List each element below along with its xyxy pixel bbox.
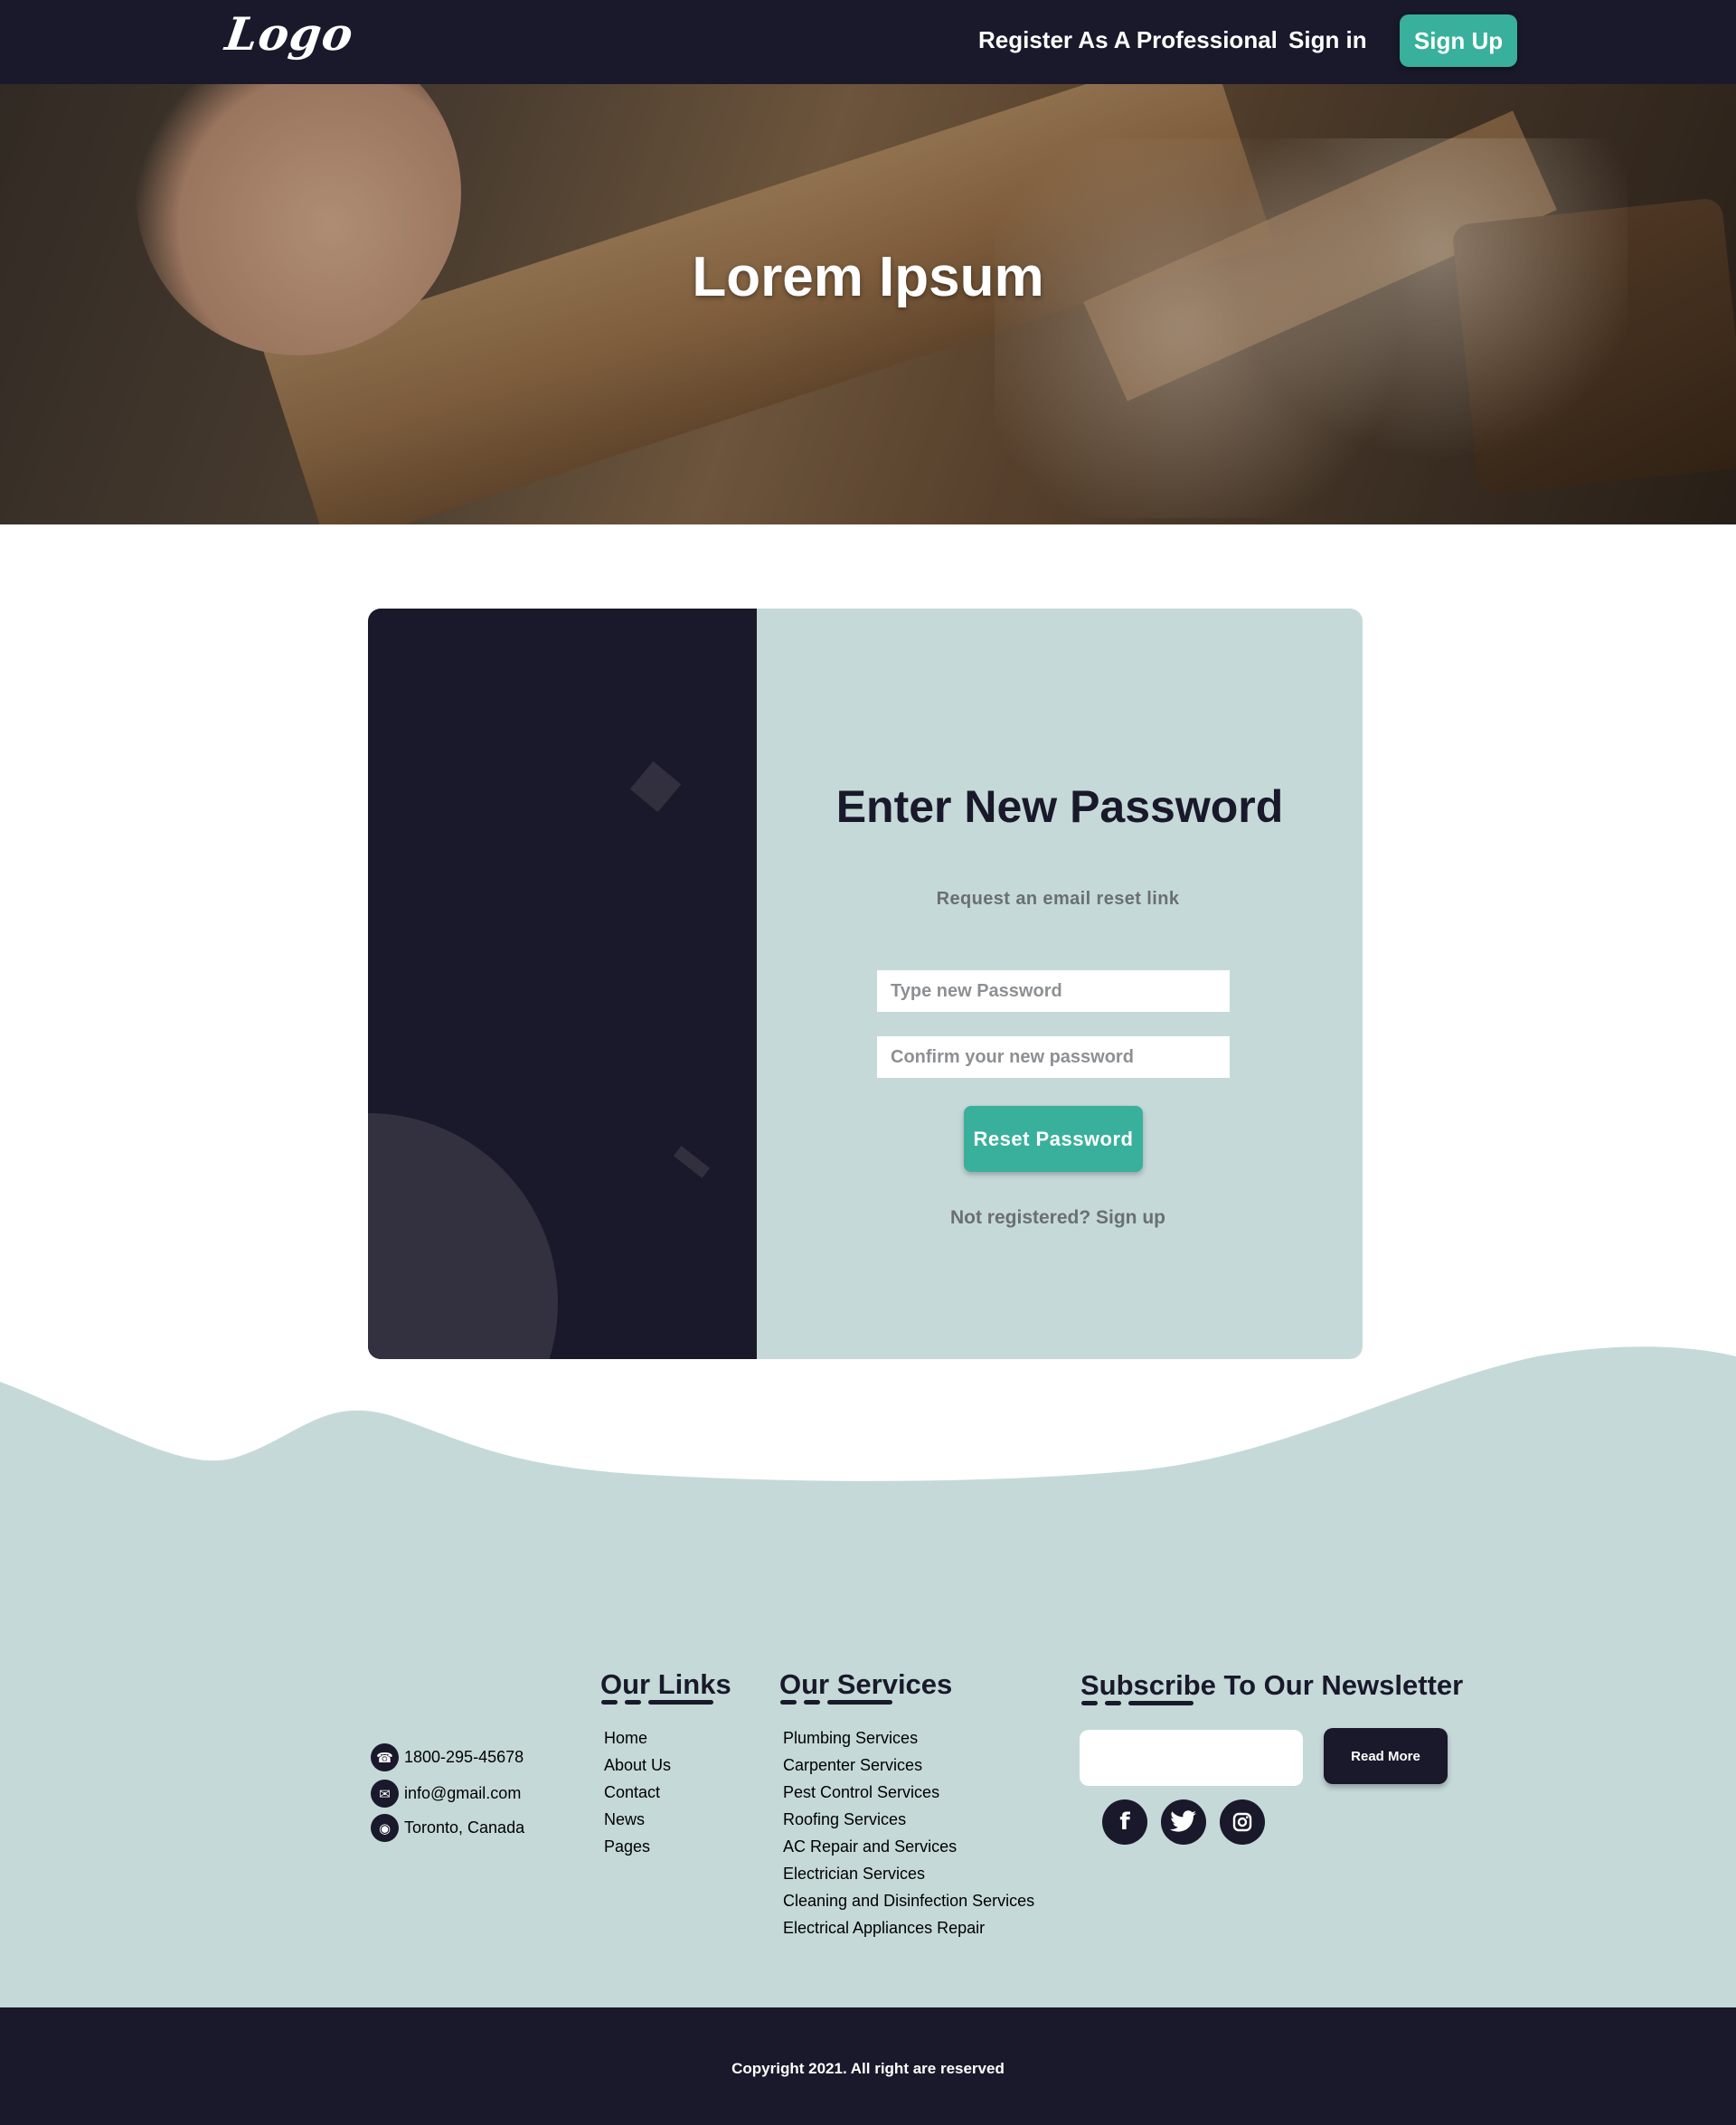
footer-service-item[interactable]: Roofing Services: [783, 1810, 1034, 1837]
footer-link-contact[interactable]: Contact: [604, 1783, 671, 1810]
footer-service-item[interactable]: Plumbing Services: [783, 1729, 1034, 1756]
footer-service-item[interactable]: Cleaning and Disinfection Services: [783, 1892, 1034, 1919]
footer-links-heading: Our Links: [600, 1668, 731, 1700]
contact-phone: ☎ 1800-295-45678: [371, 1743, 524, 1771]
footer-links-list: Home About Us Contact News Pages: [604, 1729, 671, 1865]
nav-signup-button[interactable]: Sign Up: [1400, 14, 1517, 67]
signup-prompt-link[interactable]: Not registered? Sign up: [757, 1207, 1359, 1229]
top-navbar: Logo Register As A Professional Sign in …: [0, 0, 1736, 84]
footer-link-home[interactable]: Home: [604, 1729, 671, 1756]
footer-service-item[interactable]: Carpenter Services: [783, 1756, 1034, 1783]
read-more-button[interactable]: Read More: [1324, 1728, 1448, 1784]
logo[interactable]: Logo: [222, 7, 357, 61]
contact-phone-text: 1800-295-45678: [404, 1748, 524, 1766]
card-decorative-panel: [368, 609, 757, 1359]
decorative-diamond-shape: [629, 760, 682, 813]
confirm-password-input[interactable]: [877, 1036, 1230, 1078]
footer-service-item[interactable]: Pest Control Services: [783, 1783, 1034, 1810]
decorative-circle-shape: [368, 1113, 558, 1359]
heading-underline: [1081, 1701, 1194, 1705]
heading-underline: [780, 1700, 892, 1705]
newsletter-email-input[interactable]: [1080, 1730, 1303, 1786]
footer-newsletter-heading: Subscribe To Our Newsletter: [1080, 1669, 1464, 1701]
footer-services-list: Plumbing Services Carpenter Services Pes…: [783, 1729, 1034, 1946]
contact-location-text: Toronto, Canada: [404, 1818, 525, 1837]
new-password-input[interactable]: [877, 970, 1230, 1012]
copyright-text: Copyright 2021. All right are reserved: [731, 2060, 1005, 2077]
location-pin-icon: ◉: [371, 1814, 399, 1842]
hero-banner: Lorem Ipsum: [0, 84, 1736, 524]
twitter-icon[interactable]: [1161, 1799, 1206, 1845]
hero-title: Lorem Ipsum: [692, 246, 1044, 308]
footer-link-news[interactable]: News: [604, 1810, 671, 1837]
reset-card-subtitle: Request an email reset link: [936, 889, 1180, 909]
footer-link-about[interactable]: About Us: [604, 1756, 671, 1783]
reset-password-card: Enter New Password Request an email rese…: [368, 609, 1363, 1359]
footer-link-pages[interactable]: Pages: [604, 1837, 671, 1865]
contact-location: ◉ Toronto, Canada: [371, 1814, 524, 1842]
instagram-icon[interactable]: [1220, 1799, 1265, 1845]
footer-service-item[interactable]: Electrician Services: [783, 1865, 1034, 1892]
decorative-bar-shape: [673, 1146, 711, 1178]
mail-icon: ✉: [371, 1780, 399, 1808]
footer-services-heading: Our Services: [779, 1668, 953, 1700]
nav-register-professional-link[interactable]: Register As A Professional: [978, 26, 1278, 54]
contact-email-text[interactable]: info@gmail.com: [404, 1784, 521, 1803]
footer-service-item[interactable]: AC Repair and Services: [783, 1837, 1034, 1865]
heading-underline: [601, 1700, 713, 1705]
nav-signin-link[interactable]: Sign in: [1288, 26, 1367, 54]
reset-card-title: Enter New Password: [835, 781, 1284, 832]
footer-service-item[interactable]: Electrical Appliances Repair: [783, 1919, 1034, 1946]
reset-password-button[interactable]: Reset Password: [964, 1106, 1143, 1172]
instagram-camera-glyph: [1232, 1812, 1252, 1832]
twitter-bird-glyph: [1170, 1810, 1196, 1832]
contact-email: ✉ info@gmail.com: [371, 1780, 521, 1808]
facebook-icon[interactable]: f: [1102, 1799, 1147, 1845]
phone-icon: ☎: [371, 1743, 399, 1771]
